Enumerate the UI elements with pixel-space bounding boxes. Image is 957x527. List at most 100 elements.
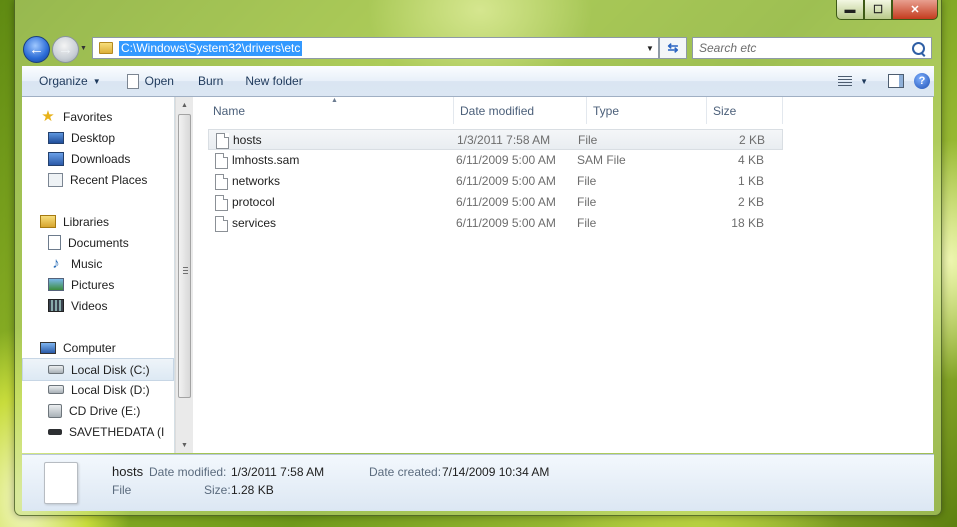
nav-videos[interactable]: Videos	[48, 295, 107, 316]
scrollbar-thumb[interactable]	[178, 114, 191, 398]
music-icon: ♪	[52, 254, 60, 272]
details-size-label: Size:	[204, 483, 231, 497]
file-size: 2 KB	[737, 195, 764, 209]
refresh-button[interactable]: ⇆	[659, 37, 687, 59]
details-date-modified: 1/3/2011 7:58 AM	[231, 465, 325, 479]
document-icon	[126, 73, 139, 89]
open-button[interactable]: Open	[118, 69, 183, 93]
details-date-created: 7/14/2009 10:34 AM	[442, 465, 550, 479]
minimize-button[interactable]: ▬	[836, 0, 864, 20]
burn-label: Burn	[197, 74, 224, 88]
address-path[interactable]: C:\Windows\System32\drivers\etc	[119, 40, 303, 56]
file-row-networks[interactable]: networks 6/11/2009 5:00 AM File 1 KB	[208, 171, 783, 192]
nav-documents[interactable]: Documents	[48, 232, 129, 253]
back-button[interactable]: ←	[23, 36, 50, 63]
navigation-pane: ★ Favorites Desktop Downloads Recent Plac…	[22, 97, 175, 453]
close-button[interactable]: ✕	[892, 0, 938, 20]
nav-local-disk-d[interactable]: Local Disk (D:)	[48, 379, 150, 400]
column-header-name[interactable]: Name	[193, 97, 454, 124]
column-header-size-label: Size	[713, 103, 737, 118]
file-row-hosts[interactable]: hosts 1/3/2011 7:58 AM File 2 KB	[208, 129, 783, 150]
column-header-type[interactable]: Type	[587, 97, 707, 124]
nav-computer[interactable]: Computer	[40, 337, 116, 358]
details-size: 1.28 KB	[231, 483, 274, 497]
details-pane: hosts File Date modified: 1/3/2011 7:58 …	[22, 454, 934, 511]
grip-icon	[183, 267, 188, 274]
column-header-size[interactable]: Size	[707, 97, 783, 124]
folder-icon	[99, 42, 113, 54]
file-icon	[215, 195, 228, 211]
toolbar-right: ▼ ?	[834, 66, 934, 96]
nav-favorites[interactable]: ★ Favorites	[40, 106, 112, 127]
maximize-button[interactable]: ☐	[864, 0, 892, 20]
new-folder-label: New folder	[245, 74, 303, 88]
nav-libraries[interactable]: Libraries	[40, 211, 109, 232]
file-date: 6/11/2009 5:00 AM	[456, 195, 556, 209]
nav-recent-places[interactable]: Recent Places	[48, 169, 147, 190]
nav-desktop-label: Desktop	[71, 130, 116, 145]
documents-icon	[48, 235, 61, 250]
file-size: 18 KB	[731, 216, 764, 230]
file-row-services[interactable]: services 6/11/2009 5:00 AM File 18 KB	[208, 213, 783, 234]
address-bar[interactable]: C:\Windows\System32\drivers\etc ▼	[92, 37, 659, 59]
file-name: lmhosts.sam	[232, 153, 300, 167]
nav-pane-scrollbar[interactable]: ▲ ▼	[175, 97, 193, 453]
details-file-type: File	[112, 483, 132, 497]
file-row-lmhosts[interactable]: lmhosts.sam 6/11/2009 5:00 AM SAM File 4…	[208, 150, 783, 171]
file-icon	[215, 174, 228, 190]
column-header-name-label: Name	[213, 103, 246, 118]
views-icon	[838, 76, 853, 86]
nav-local-disk-c-label: Local Disk (C:)	[71, 362, 150, 377]
help-icon[interactable]: ?	[914, 73, 930, 89]
preview-pane-toggle-icon[interactable]	[888, 74, 904, 88]
nav-desktop[interactable]: Desktop	[48, 127, 115, 148]
file-date: 6/11/2009 5:00 AM	[456, 153, 556, 167]
change-view-button[interactable]: ▼	[834, 69, 872, 93]
large-file-icon	[44, 462, 78, 504]
nav-recent-places-label: Recent Places	[70, 172, 148, 187]
search-input[interactable]: Search etc	[699, 41, 912, 55]
hard-disk-icon	[48, 365, 64, 374]
file-icon	[215, 153, 228, 169]
open-label: Open	[144, 74, 174, 88]
hard-disk-icon	[48, 385, 64, 394]
scroll-up-arrow[interactable]: ▲	[176, 97, 193, 113]
recent-places-icon	[48, 172, 63, 187]
recent-pages-dropdown[interactable]: ▼	[80, 45, 87, 52]
file-row-protocol[interactable]: protocol 6/11/2009 5:00 AM File 2 KB	[208, 192, 783, 213]
scroll-down-arrow[interactable]: ▼	[176, 437, 193, 453]
search-icon[interactable]	[912, 41, 925, 55]
file-name: hosts	[233, 133, 262, 147]
column-header-date[interactable]: Date modified	[454, 97, 587, 124]
nav-downloads[interactable]: Downloads	[48, 148, 130, 169]
videos-icon	[48, 299, 64, 312]
nav-videos-label: Videos	[71, 298, 108, 313]
nav-local-disk-c[interactable]: Local Disk (C:)	[22, 358, 174, 381]
nav-pictures[interactable]: Pictures	[48, 274, 114, 295]
address-dropdown-arrow[interactable]: ▼	[642, 38, 658, 58]
nav-music[interactable]: ♪ Music	[48, 253, 102, 274]
column-header-type-label: Type	[593, 103, 620, 118]
file-icon	[215, 216, 228, 232]
nav-music-label: Music	[71, 256, 103, 271]
file-type: File	[578, 133, 598, 147]
nav-local-disk-d-label: Local Disk (D:)	[71, 382, 150, 397]
file-name: services	[232, 216, 277, 230]
file-size: 4 KB	[737, 153, 764, 167]
file-type: File	[577, 195, 597, 209]
search-box[interactable]: Search etc	[692, 37, 932, 59]
organize-button[interactable]: Organize ▼	[30, 69, 110, 93]
nav-savethedata[interactable]: SAVETHEDATA (I	[48, 421, 164, 442]
forward-button[interactable]: →	[52, 36, 79, 63]
nav-cd-drive[interactable]: CD Drive (E:)	[48, 400, 140, 421]
burn-button[interactable]: Burn	[189, 69, 232, 93]
nav-documents-label: Documents	[68, 235, 129, 250]
forward-arrow-icon: →	[58, 41, 73, 58]
nav-downloads-label: Downloads	[71, 151, 131, 166]
file-type: SAM File	[577, 153, 626, 167]
new-folder-button[interactable]: New folder	[236, 69, 311, 93]
file-date: 1/3/2011 7:58 AM	[457, 133, 551, 147]
file-icon	[216, 133, 229, 149]
file-list: Name ▲ Date modified Type Size hosts 1/3…	[193, 97, 933, 453]
details-file-name: hosts	[112, 464, 144, 479]
